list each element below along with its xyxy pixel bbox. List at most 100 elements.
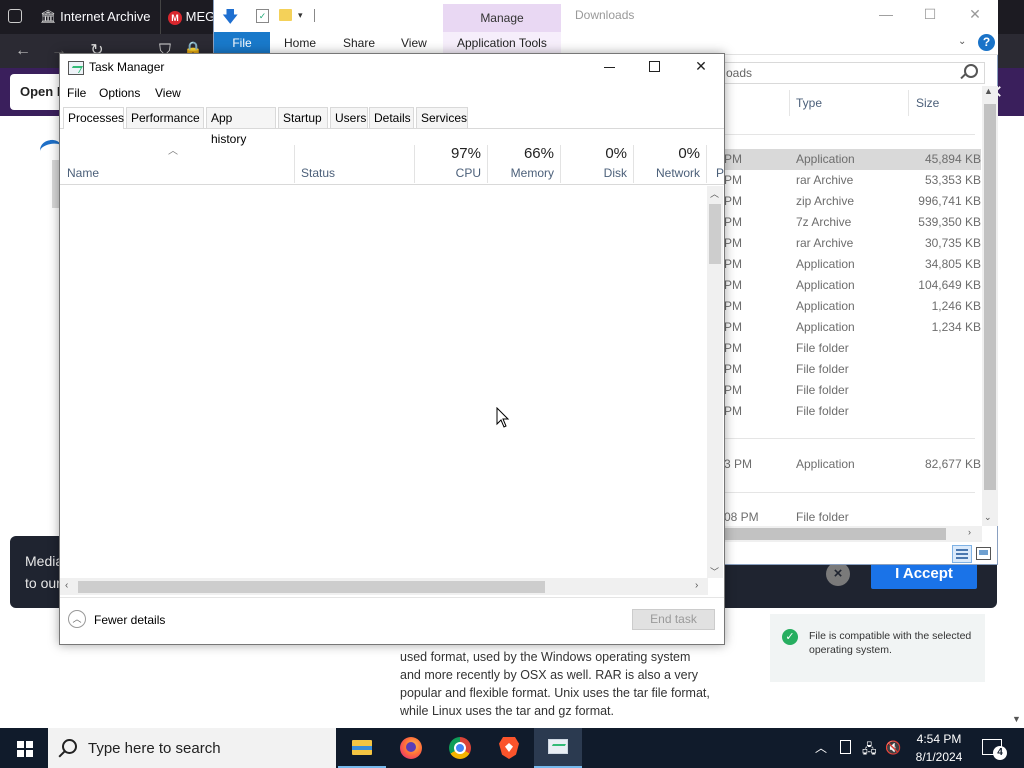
open-button[interactable]: Open F [10,74,62,110]
tablet-icon[interactable] [840,740,851,757]
tab-home[interactable]: Home [284,32,316,54]
file-row[interactable]: PM Application 34,805 KB [724,254,981,275]
tray-chevron-up-icon[interactable]: ︿ [815,739,827,756]
tab-application-tools[interactable]: Application Tools [457,32,547,54]
fewer-details-button[interactable]: Fewer details [94,613,165,627]
properties-icon[interactable]: ✓ [256,9,269,23]
new-folder-icon[interactable] [279,9,292,21]
column-header-size[interactable]: Size [916,96,939,110]
tab-view[interactable]: View [401,32,427,54]
brave-icon[interactable] [485,728,533,768]
process-vertical-scroll-thumb[interactable] [709,204,721,264]
minimize-icon[interactable] [598,58,622,76]
explorer-close-icon[interactable]: ✕ [965,6,985,26]
scroll-up-icon[interactable]: ▲ [984,86,993,96]
back-icon[interactable]: ← [8,34,38,68]
large-icons-view-icon[interactable] [976,547,991,560]
tab-startup[interactable]: Startup [278,107,328,128]
column-header-power[interactable]: P [716,166,724,180]
column-header-network[interactable]: Network [636,166,700,180]
page-scroll-down-icon[interactable]: ▼ [1012,714,1021,724]
firefox-icon[interactable] [387,728,435,768]
column-header-disk[interactable]: Disk [563,166,627,180]
explorer-search-input[interactable] [724,62,985,84]
file-row[interactable]: PM File folder [724,359,981,380]
column-divider[interactable] [487,145,488,183]
column-header-status[interactable]: Status [301,166,335,180]
file-row[interactable]: PM rar Archive 53,353 KB [724,170,981,191]
tab-performance[interactable]: Performance [126,107,204,128]
explorer-vertical-scroll-thumb[interactable] [984,104,996,490]
tab-share[interactable]: Share [343,32,375,54]
scroll-down-icon[interactable]: ﹀ [710,565,719,578]
file-row[interactable]: PM zip Archive 996,741 KB [724,191,981,212]
column-header-name[interactable]: Name [67,166,99,180]
file-explorer-icon[interactable] [338,728,386,768]
chevron-up-icon[interactable]: ︿ [68,610,86,628]
help-icon[interactable]: ? [978,34,995,51]
column-header-memory[interactable]: Memory [490,166,554,180]
file-row[interactable]: 3 PM Application 82,677 KB [724,454,981,475]
task-manager-taskbar-button[interactable] [534,728,582,768]
disk-percent[interactable]: 0% [563,145,627,162]
volume-muted-icon[interactable]: 🔇 [885,740,901,756]
accept-button[interactable]: I Accept [871,562,977,589]
memory-percent[interactable]: 66% [490,145,554,162]
tab-details[interactable]: Details [369,107,414,128]
browser-tab-internet-archive[interactable]: 🏛 Internet Archive [34,0,161,34]
close-icon[interactable]: ✕ [689,58,713,76]
scroll-right-icon[interactable]: › [695,580,698,591]
qat-dropdown-icon[interactable]: ▾ [298,10,303,21]
process-list[interactable] [60,185,707,578]
tab-processes[interactable]: Processes [63,107,124,129]
manage-context-tab[interactable]: Manage [443,4,561,32]
scroll-left-icon[interactable]: ‹ [65,580,68,591]
file-row[interactable]: PM Application 1,234 KB [724,317,981,338]
file-row[interactable]: PM File folder [724,338,981,359]
file-row[interactable]: PM File folder [724,401,981,422]
file-row[interactable]: PM File folder [724,380,981,401]
scroll-up-icon[interactable]: ︿ [710,187,719,200]
column-header-cpu[interactable]: CPU [420,166,481,180]
column-divider[interactable] [706,145,707,183]
menu-view[interactable]: View [155,86,181,100]
column-divider[interactable] [560,145,561,183]
tab-users[interactable]: Users [330,107,368,128]
details-view-icon[interactable] [952,545,972,563]
menu-file[interactable]: File [67,86,86,100]
clock-date[interactable]: 8/1/2024 [913,750,965,764]
tab-services[interactable]: Services [416,107,468,128]
explorer-maximize-icon[interactable]: ☐ [920,6,940,26]
column-divider[interactable] [633,145,634,183]
tab-list-icon[interactable] [8,9,22,23]
network-icon[interactable]: 🖧 [862,740,877,762]
end-task-button[interactable]: End task [632,609,715,630]
tab-app-history[interactable]: App history [206,107,276,146]
column-divider[interactable] [908,90,909,116]
explorer-horizontal-scroll-thumb[interactable] [724,528,946,540]
maximize-icon[interactable] [643,58,667,76]
ribbon-expand-icon[interactable]: ⌄ [958,36,966,47]
column-divider[interactable] [789,90,790,116]
file-row[interactable]: PM 7z Archive 539,350 KB [724,212,981,233]
column-header-type[interactable]: Type [796,96,822,110]
file-row[interactable]: PM Application 45,894 KB [724,149,981,170]
cookie-close-icon[interactable]: × [826,562,850,586]
download-arrow-icon[interactable]: 🡇 [222,6,238,33]
browser-tab-mega[interactable]: M MEG [162,0,214,34]
file-row[interactable]: PM Application 1,246 KB [724,296,981,317]
scroll-right-icon[interactable]: › [968,527,971,537]
network-percent[interactable]: 0% [636,145,700,162]
file-row[interactable]: PM Application 104,649 KB [724,275,981,296]
tab-file[interactable]: File [214,32,270,54]
cpu-percent[interactable]: 97% [420,145,481,162]
menu-options[interactable]: Options [99,86,140,100]
file-row[interactable]: PM rar Archive 30,735 KB [724,233,981,254]
search-icon[interactable] [964,64,978,78]
scroll-down-icon[interactable]: ⌄ [984,512,992,523]
column-divider[interactable] [414,145,415,183]
explorer-minimize-icon[interactable]: — [876,6,896,26]
column-divider[interactable] [294,145,295,183]
chrome-icon[interactable] [436,728,484,768]
file-row[interactable]: 08 PM File folder [724,507,981,528]
